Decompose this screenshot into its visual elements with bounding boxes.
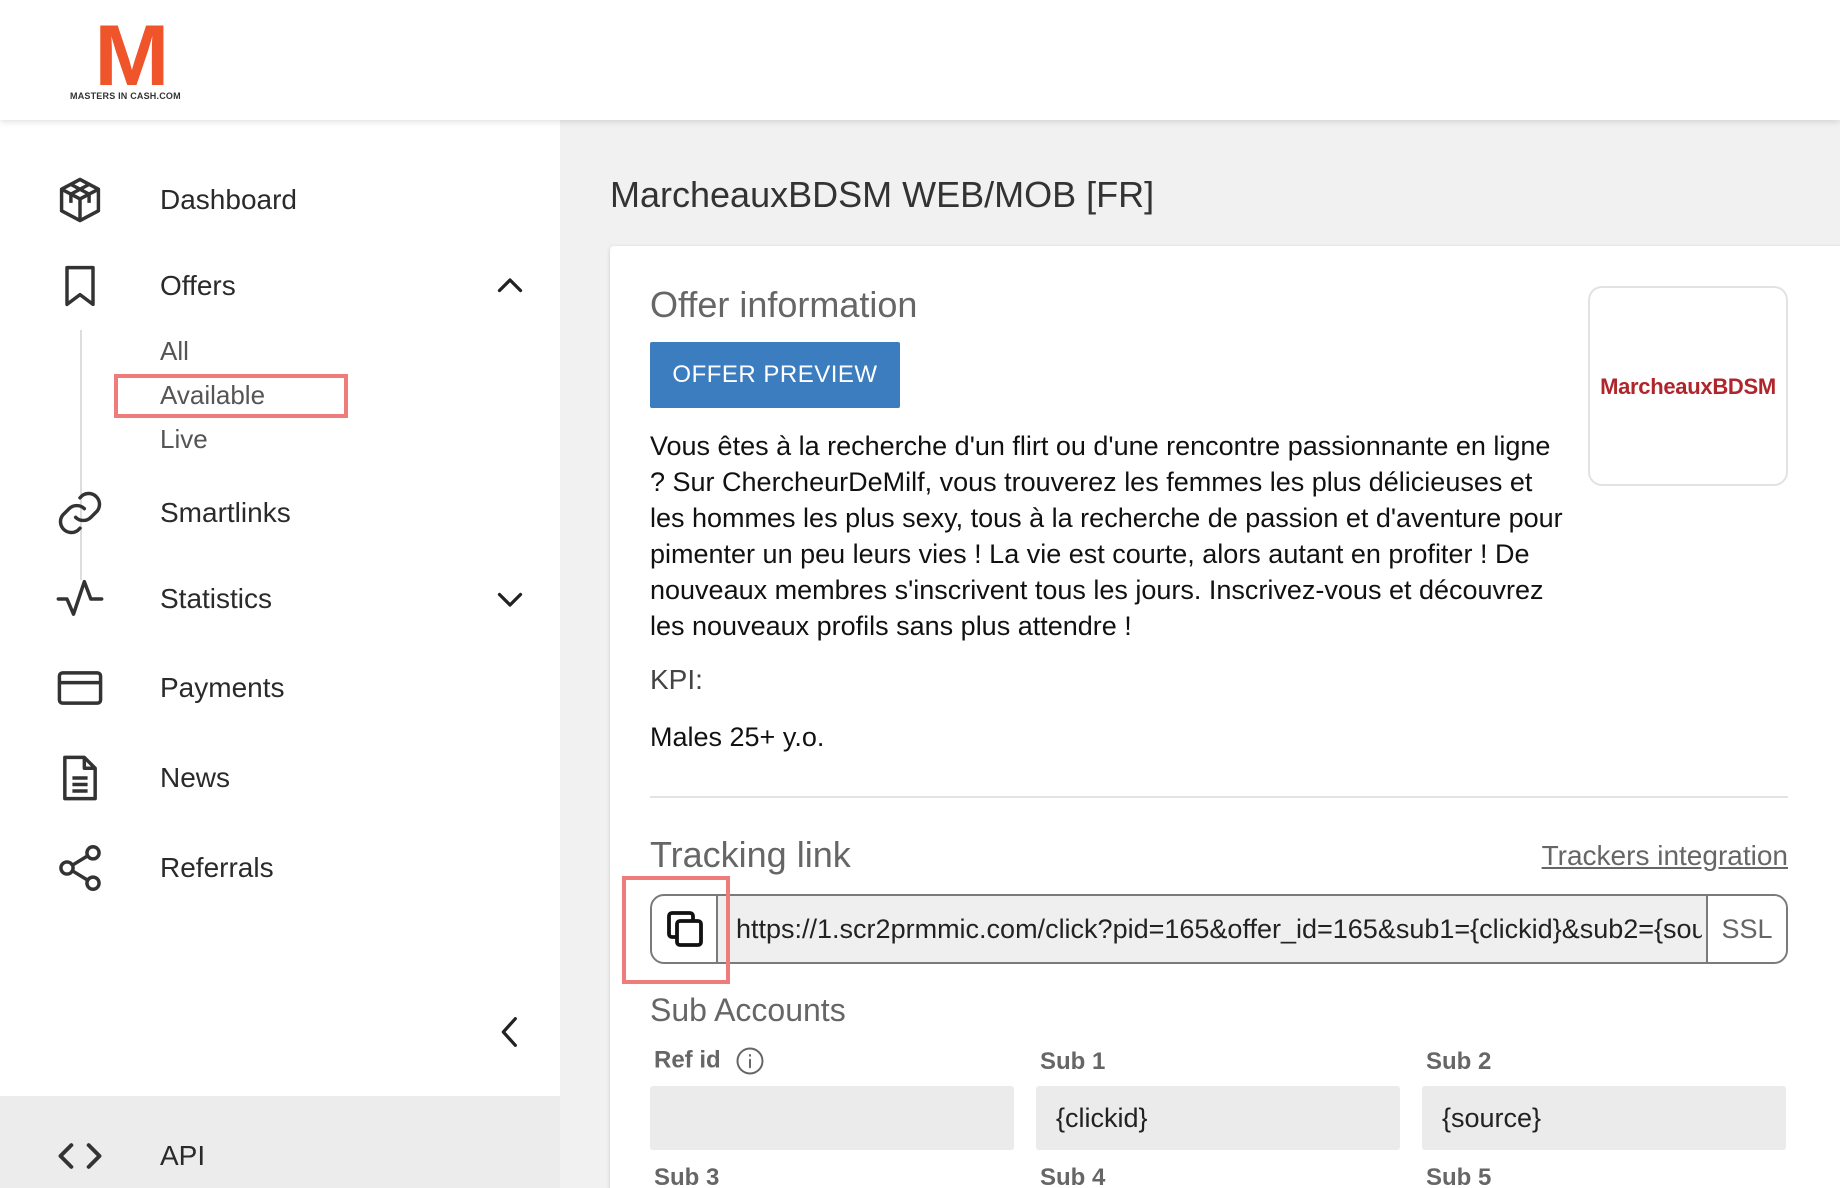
sidebar-item-label: Referrals [160, 852, 274, 883]
bookmark-icon [54, 260, 106, 312]
logo-tagline: MASTERS IN CASH.COM [70, 91, 181, 101]
sub-accounts-title: Sub Accounts [650, 992, 846, 1028]
page-title: MarcheauxBDSM WEB/MOB [FR] [610, 174, 1155, 215]
chevron-up-icon[interactable] [492, 268, 528, 304]
site-logo[interactable]: M MASTERS IN CASH.COM [66, 8, 206, 106]
tracking-url[interactable]: https://1.scr2prmmic.com/click?pid=165&o… [736, 896, 1702, 962]
ssl-toggle[interactable]: SSL [1706, 896, 1786, 962]
offer-card: Offer information OFFER PREVIEW Vous ête… [610, 246, 1840, 1188]
sidebar-item-payments[interactable]: Payments [0, 653, 560, 723]
kpi-value: Males 25+ y.o. [650, 722, 825, 752]
offer-description: Vous êtes à la recherche d'un flirt ou d… [650, 431, 1563, 641]
sidebar-item-label: API [160, 1140, 206, 1171]
share-icon [54, 842, 106, 894]
ref-id-label: Ref id [654, 1046, 765, 1076]
collapse-sidebar-icon[interactable] [494, 1012, 526, 1052]
tracking-link-field[interactable]: https://1.scr2prmmic.com/click?pid=165&o… [650, 894, 1788, 964]
sub1-input[interactable]: {clickid} [1036, 1086, 1400, 1150]
document-icon [54, 752, 106, 804]
sidebar-item-label: Offers [160, 270, 236, 301]
ref-id-input[interactable] [650, 1086, 1014, 1150]
sidebar-item-news[interactable]: News [0, 743, 560, 813]
offer-logo: MarcheauxBDSM [1588, 286, 1788, 486]
sidebar-item-referrals[interactable]: Referrals [0, 833, 560, 903]
sub2-input[interactable]: {source} [1422, 1086, 1786, 1150]
sub4-label: Sub 4 [1040, 1164, 1106, 1188]
sidebar-item-smartlinks[interactable]: Smartlinks [0, 478, 560, 548]
highlight-available [114, 374, 348, 418]
activity-icon [54, 573, 106, 625]
ref-id-label-text: Ref id [654, 1046, 721, 1074]
sidebar-item-statistics[interactable]: Statistics [0, 564, 560, 634]
sub2-label: Sub 2 [1426, 1048, 1492, 1075]
top-header: M MASTERS IN CASH.COM [0, 0, 1840, 120]
info-icon[interactable] [735, 1046, 765, 1076]
offer-preview-button[interactable]: OFFER PREVIEW [650, 342, 900, 408]
chevron-down-icon[interactable] [492, 581, 528, 617]
code-icon [54, 1130, 106, 1182]
cube-icon [54, 174, 106, 226]
sidebar-item-label: Smartlinks [160, 497, 291, 528]
offer-logo-text: MarcheauxBDSM [1600, 374, 1776, 399]
sidebar-item-api[interactable]: API [0, 1096, 560, 1188]
sidebar-item-label: News [160, 762, 231, 793]
sidebar-subitem-all[interactable]: All [160, 336, 189, 367]
sidebar-item-offers[interactable]: Offers [0, 251, 560, 321]
sub5-label: Sub 5 [1426, 1164, 1492, 1188]
sub1-label: Sub 1 [1040, 1048, 1106, 1075]
offer-information-title: Offer information [650, 284, 918, 325]
sub3-label: Sub 3 [654, 1164, 720, 1188]
sidebar-item-dashboard[interactable]: Dashboard [0, 165, 560, 235]
kpi-label: KPI: [650, 664, 703, 695]
sidebar-item-label: Statistics [160, 583, 273, 614]
sidebar-item-label: Dashboard [160, 184, 297, 215]
trackers-integration-link[interactable]: Trackers integration [1542, 840, 1788, 872]
tracking-link-title: Tracking link [650, 834, 851, 875]
sidebar: Dashboard Offers All Available Live Smar… [0, 120, 560, 1188]
sidebar-item-label: Payments [160, 672, 285, 703]
link-icon [54, 487, 106, 539]
highlight-copy-button [622, 876, 730, 984]
logo-mark: M [94, 8, 169, 104]
credit-card-icon [54, 662, 106, 714]
divider [650, 796, 1788, 798]
sidebar-subitem-live[interactable]: Live [160, 424, 208, 455]
